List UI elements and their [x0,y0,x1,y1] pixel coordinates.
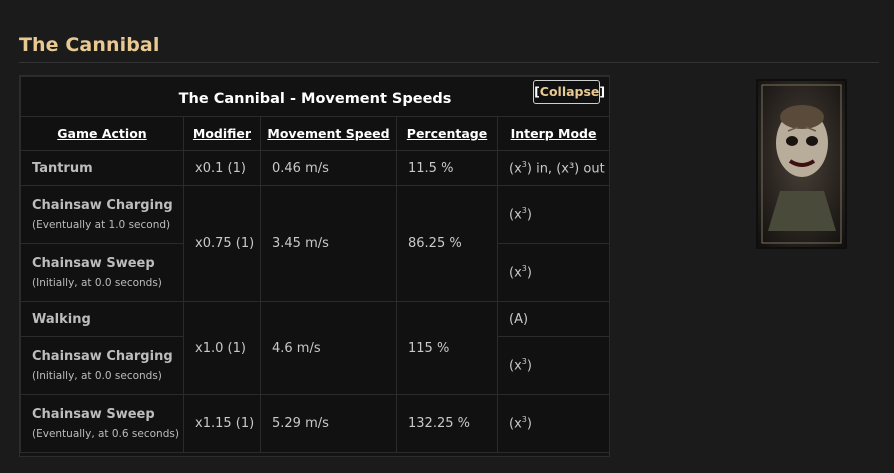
modifier-cell: x0.1 (1) [183,150,261,186]
action-note: (Initially, at 0.0 seconds) [32,370,162,382]
action-name: Tantrum [32,160,93,176]
table-row: Walking x1.0 (1) 4.6 m/s 115 % (A) [20,301,611,395]
movement-speeds-table: The Cannibal - Movement Speeds [Collapse… [19,75,611,457]
table-caption: The Cannibal - Movement Speeds [178,91,452,107]
speed-cell: 0.46 m/s [260,150,397,186]
header-game-action[interactable]: Game Action [20,116,184,151]
table-row: Chainsaw Charging (Eventually at 1.0 seco… [20,185,611,302]
action-cell: Walking [20,301,184,337]
action-name: Walking [32,311,91,327]
action-name: Chainsaw Sweep [32,407,155,422]
collapse-button[interactable]: [Collapse] [533,80,605,104]
speed-cell: 4.6 m/s [260,301,397,395]
interp-text: in, (x³) out [536,161,605,177]
speed-cell: 3.45 m/s [260,185,397,302]
action-cell: Chainsaw Charging (Eventually at 1.0 seco… [20,185,184,244]
action-note: (Initially, at 0.0 seconds) [32,277,162,289]
header-movement-speed[interactable]: Movement Speed [260,116,397,151]
table-caption-cell: The Cannibal - Movement Speeds [Collapse… [19,76,611,117]
interp-cell: (x3) [496,243,611,302]
header-modifier[interactable]: Modifier [183,116,261,151]
interp-cell: (x3) [496,336,611,395]
action-note: (Eventually at 1.0 second) [32,219,171,231]
interp-cell: (A) [496,301,611,337]
header-percentage[interactable]: Percentage [396,116,498,151]
table-row: Chainsaw Sweep (Eventually, at 0.6 second… [20,394,611,453]
section-heading: The Cannibal [19,34,160,56]
heading-divider [19,62,879,63]
percent-cell: 132.25 % [396,394,498,453]
percent-cell: 86.25 % [396,185,498,302]
speed-cell: 5.29 m/s [260,394,397,453]
action-cell: Tantrum [20,150,184,186]
action-name: Chainsaw Sweep [32,256,155,271]
cannibal-portrait-image [756,79,847,249]
modifier-cell: x1.0 (1) [183,301,261,395]
modifier-cell: x0.75 (1) [183,185,261,302]
action-name: Chainsaw Charging [32,198,173,213]
interp-cell: (x3) [496,394,611,453]
collapse-label: Collapse [539,84,600,99]
modifier-cell: x1.15 (1) [183,394,261,453]
action-cell: Chainsaw Sweep (Eventually, at 0.6 second… [20,394,184,453]
interp-cell: (x3) [496,185,611,244]
interp-cell: (x3) in, (x³) out [496,150,611,186]
action-name: Chainsaw Charging [32,349,173,364]
percent-cell: 115 % [396,301,498,395]
action-cell: Chainsaw Sweep (Initially, at 0.0 seconds… [20,243,184,302]
percent-cell: 11.5 % [396,150,498,186]
action-cell: Chainsaw Charging (Initially, at 0.0 seco… [20,336,184,395]
action-note: (Eventually, at 0.6 seconds) [32,428,179,440]
header-interp-mode[interactable]: Interp Mode [496,116,611,151]
table-row: Tantrum x0.1 (1) 0.46 m/s 11.5 % (x3) in… [20,150,611,186]
